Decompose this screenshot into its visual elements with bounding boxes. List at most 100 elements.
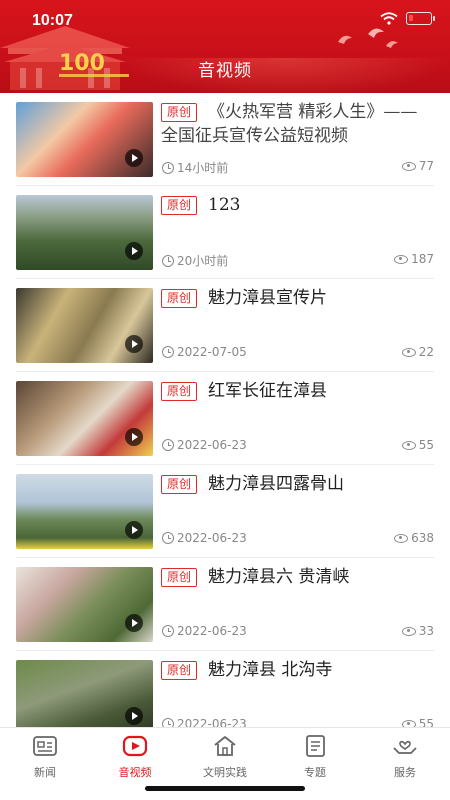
tab-service[interactable]: 服务 (360, 734, 450, 779)
video-list-item[interactable]: 原创 魅力漳县四露骨山 2022-06-23 638 (16, 465, 434, 558)
view-count-text: 22 (418, 345, 434, 359)
eye-icon (394, 254, 409, 264)
view-count: 33 (401, 624, 434, 638)
video-title[interactable]: 魅力漳县四露骨山 (208, 472, 434, 496)
clock-icon (162, 625, 174, 637)
clock-icon (162, 254, 174, 267)
video-meta: 2022-06-23 638 (162, 531, 434, 549)
tab-topics[interactable]: 专题 (270, 734, 360, 779)
video-list-item[interactable]: 原创 魅力漳县宣传片 2022-07-05 22 (16, 279, 434, 372)
play-icon (125, 335, 143, 353)
publish-time: 14小时前 (162, 159, 228, 176)
view-count: 77 (401, 159, 434, 173)
video-thumbnail[interactable] (16, 102, 153, 177)
wifi-icon (380, 12, 398, 25)
view-count: 22 (401, 345, 434, 359)
publish-time: 2022-07-05 (162, 345, 247, 359)
view-count: 55 (401, 438, 434, 452)
video-list-item[interactable]: 原创 红军长征在漳县 2022-06-23 55 (16, 372, 434, 465)
clock-icon (162, 439, 174, 451)
video-thumbnail[interactable] (16, 474, 153, 549)
video-title[interactable]: 123 (208, 193, 434, 217)
video-thumbnail[interactable] (16, 195, 153, 270)
play-icon (125, 428, 143, 446)
publish-time-text: 2022-06-23 (177, 624, 247, 638)
publish-time-text: 2022-06-23 (177, 438, 247, 452)
play-icon (125, 614, 143, 632)
eye-icon (401, 161, 416, 171)
video-thumbnail[interactable] (16, 660, 153, 727)
eye-icon (401, 440, 416, 450)
eye-icon (401, 719, 416, 727)
clock-icon (162, 718, 174, 727)
video-list-item[interactable]: 原创 《火热军营 精彩人生》—— 全国征兵宣传公益短视频 14小时前 77 (16, 93, 434, 186)
video-meta: 20小时前 187 (162, 252, 434, 270)
eye-icon (401, 347, 416, 357)
battery-level (409, 15, 413, 21)
tab-news[interactable]: 新闻 (0, 734, 90, 779)
original-tag: 原创 (161, 568, 198, 587)
home-icon (214, 736, 236, 756)
tab-video-label: 音视频 (118, 766, 152, 779)
topic-icon (306, 735, 325, 757)
video-meta: 2022-06-23 55 (162, 438, 434, 456)
original-tag: 原创 (161, 475, 198, 494)
view-count: 187 (394, 252, 434, 266)
video-list[interactable]: 原创 《火热军营 精彩人生》—— 全国征兵宣传公益短视频 14小时前 77 原创… (0, 93, 450, 727)
publish-time-text: 2022-06-23 (177, 531, 247, 545)
publish-time: 2022-06-23 (162, 624, 247, 638)
original-tag: 原创 (161, 661, 198, 680)
publish-time-text: 2022-06-23 (177, 717, 247, 727)
play-icon (125, 242, 143, 260)
publish-time-text: 14小时前 (177, 161, 229, 175)
original-tag: 原创 (161, 289, 198, 308)
video-list-item[interactable]: 原创 魅力漳县 北沟寺 2022-06-23 55 (16, 651, 434, 727)
eye-icon (401, 626, 416, 636)
video-title[interactable]: 《火热军营 精彩人生》—— 全国征兵宣传公益短视频 (161, 100, 431, 148)
video-meta: 14小时前 77 (162, 159, 434, 177)
tab-topics-label: 专题 (304, 766, 326, 779)
video-thumbnail[interactable] (16, 381, 153, 456)
video-title[interactable]: 魅力漳县宣传片 (208, 286, 434, 310)
original-tag: 原创 (161, 196, 198, 215)
view-count: 638 (394, 531, 434, 545)
page-title: 音视频 (198, 61, 252, 81)
status-indicators (380, 12, 435, 25)
view-count: 55 (401, 717, 434, 727)
home-indicator[interactable] (145, 786, 305, 791)
status-time: 10:07 (32, 12, 73, 29)
tab-civilization-label: 文明实践 (203, 766, 247, 779)
play-icon (125, 707, 143, 725)
video-meta: 2022-06-23 55 (162, 717, 434, 727)
service-hands-icon (393, 741, 417, 754)
publish-time-text: 20小时前 (177, 254, 229, 268)
play-icon (125, 149, 143, 167)
news-icon (33, 736, 57, 756)
publish-time: 2022-06-23 (162, 531, 247, 545)
publish-time: 2022-06-23 (162, 438, 247, 452)
video-thumbnail[interactable] (16, 567, 153, 642)
view-count-text: 55 (418, 717, 434, 727)
app-header: 100 10:07 音视频 (0, 0, 450, 93)
tab-news-label: 新闻 (34, 766, 56, 779)
video-thumbnail[interactable] (16, 288, 153, 363)
video-list-item[interactable]: 原创 魅力漳县六 贵清峡 2022-06-23 33 (16, 558, 434, 651)
video-meta: 2022-07-05 22 (162, 345, 434, 363)
video-meta: 2022-06-23 33 (162, 624, 434, 642)
tab-video[interactable]: 音视频 (90, 734, 180, 779)
clock-icon (162, 161, 174, 174)
view-count-text: 77 (418, 159, 434, 173)
video-title[interactable]: 魅力漳县六 贵清峡 (208, 565, 434, 589)
tab-civilization-practice[interactable]: 文明实践 (180, 734, 270, 779)
view-count-text: 55 (418, 438, 434, 452)
view-count-text: 638 (411, 531, 434, 545)
publish-time: 2022-06-23 (162, 717, 247, 727)
video-title[interactable]: 魅力漳县 北沟寺 (208, 658, 434, 682)
clock-icon (162, 346, 174, 358)
video-list-item[interactable]: 原创 123 20小时前 187 (16, 186, 434, 279)
view-count-text: 33 (418, 624, 434, 638)
publish-time: 20小时前 (162, 252, 228, 269)
video-title[interactable]: 红军长征在漳县 (208, 379, 434, 403)
original-tag: 原创 (161, 382, 198, 401)
publish-time-text: 2022-07-05 (177, 345, 247, 359)
